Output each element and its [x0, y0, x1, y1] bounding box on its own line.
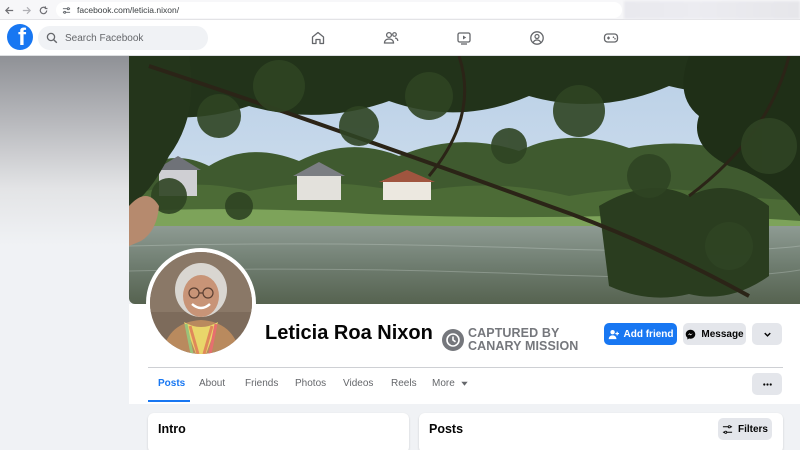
filters-button[interactable]: Filters — [718, 418, 772, 440]
posts-title: Posts — [429, 422, 464, 436]
search-box[interactable] — [38, 26, 208, 50]
caret-down-icon — [461, 381, 468, 386]
gaming-icon[interactable] — [601, 28, 621, 48]
profile-options-button[interactable] — [752, 373, 782, 395]
badge-line-2: CANARY MISSION — [468, 339, 579, 353]
back-icon[interactable] — [0, 1, 18, 19]
left-backdrop — [0, 56, 130, 246]
tab-photos[interactable]: Photos — [295, 378, 326, 389]
avatar[interactable] — [146, 248, 256, 358]
filters-icon — [722, 424, 733, 434]
profile-name: Leticia Roa Nixon — [265, 322, 433, 344]
intro-title: Intro — [158, 422, 186, 436]
message-button[interactable]: Message — [683, 323, 746, 345]
tabs-divider — [148, 367, 783, 368]
more-actions-button[interactable] — [752, 323, 782, 345]
search-input[interactable] — [65, 32, 205, 44]
tab-friends[interactable]: Friends — [245, 378, 278, 389]
search-icon — [46, 32, 58, 44]
facebook-header: f — [0, 20, 800, 56]
tab-more[interactable]: More — [432, 378, 469, 389]
home-icon[interactable] — [308, 28, 328, 48]
blurred-extensions-area — [624, 1, 800, 19]
browser-toolbar: facebook.com/leticia.nixon/ — [0, 0, 800, 20]
watch-icon[interactable] — [454, 28, 474, 48]
tab-reels[interactable]: Reels — [391, 378, 417, 389]
posts-card: Posts Filters — [419, 413, 783, 450]
chevron-down-icon — [763, 332, 771, 337]
address-bar[interactable]: facebook.com/leticia.nixon/ — [56, 2, 622, 18]
reload-icon[interactable] — [34, 1, 52, 19]
friends-icon[interactable] — [381, 28, 401, 48]
site-settings-icon[interactable] — [62, 6, 71, 15]
url-text: facebook.com/leticia.nixon/ — [77, 5, 180, 15]
intro-card: Intro — [148, 413, 409, 450]
clock-icon — [442, 329, 464, 351]
captured-badge: CAPTURED BY CANARY MISSION — [442, 327, 578, 353]
add-friend-button[interactable]: Add friend — [604, 323, 677, 345]
messenger-icon — [686, 329, 696, 339]
facebook-logo[interactable]: f — [7, 24, 33, 50]
tab-about[interactable]: About — [199, 378, 225, 389]
groups-icon[interactable] — [527, 28, 547, 48]
forward-icon[interactable] — [17, 1, 35, 19]
tab-posts[interactable]: Posts — [158, 378, 185, 389]
ellipsis-icon — [762, 382, 772, 386]
tab-videos[interactable]: Videos — [343, 378, 373, 389]
active-tab-indicator — [148, 400, 190, 402]
add-friend-icon — [608, 329, 619, 339]
